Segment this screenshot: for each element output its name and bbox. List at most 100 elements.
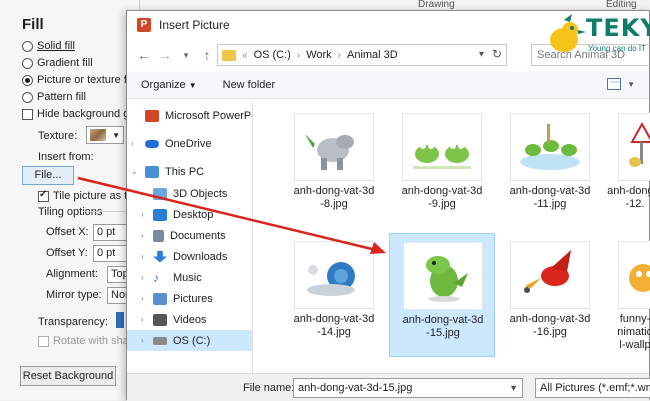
expand-chevron-icon[interactable]: › <box>141 252 144 261</box>
organize-button[interactable]: Organize ▼ <box>141 79 197 91</box>
divider <box>82 211 130 212</box>
dialog-title: Insert Picture <box>159 18 230 32</box>
expand-chevron-icon[interactable]: › <box>141 315 144 324</box>
logo-tagline: Young can do IT <box>588 44 646 53</box>
expand-chevron-icon[interactable]: › <box>141 210 144 219</box>
breadcrumb-item[interactable]: Animal 3D <box>347 49 398 61</box>
chevron-down-icon[interactable]: ▼ <box>509 379 518 397</box>
radio-selected-icon[interactable] <box>22 74 33 86</box>
green-dragon-icon <box>403 242 483 310</box>
file-tile[interactable]: funny-nimatio l-wallp <box>605 233 650 357</box>
back-arrow-icon[interactable]: ← <box>135 45 153 65</box>
file-tile[interactable]: anh-dong-v-12. <box>605 105 650 229</box>
nav-item-3d-objects[interactable]: › 3D Objects <box>127 183 252 204</box>
ribbon-group-drawing: Drawing <box>418 0 455 10</box>
file-name: anh-dong-vat-3d -15.jpg <box>402 314 484 339</box>
chevron-down-icon[interactable]: ▾ <box>479 49 484 60</box>
radio-icon[interactable] <box>22 57 33 69</box>
nav-item-documents[interactable]: › Documents <box>127 225 252 246</box>
organize-label: Organize <box>141 78 186 91</box>
expand-chevron-icon[interactable]: › <box>141 294 144 303</box>
breadcrumb-separator-icon: › <box>296 49 301 61</box>
chevron-down-icon[interactable]: ▼ <box>627 80 635 89</box>
reset-background-button[interactable]: Reset Background <box>20 366 116 386</box>
file-name: anh-dong-vat-3d -16.jpg <box>509 313 591 338</box>
recent-locations-chevron-icon[interactable]: ▾ <box>177 45 195 65</box>
expand-chevron-icon[interactable]: › <box>141 231 144 240</box>
file-list: anh-dong-vat-3d -8.jpg anh-dong-vat-3d -9.… <box>255 101 650 373</box>
radio-icon[interactable] <box>22 91 33 103</box>
frogs-icon <box>402 113 482 181</box>
file-name: funny-nimatio l-wallp <box>617 313 650 351</box>
nav-item-music[interactable]: › ♪ Music <box>127 267 252 288</box>
checkbox-icon[interactable] <box>22 108 33 120</box>
file-tile[interactable]: anh-dong-vat-3d -11.jpg <box>497 105 603 229</box>
cloud-icon <box>145 139 159 148</box>
file-tile[interactable]: anh-dong-vat-3d -8.jpg <box>281 105 387 229</box>
file-tile[interactable]: anh-dong-vat-3d -9.jpg <box>389 105 495 229</box>
forward-arrow-icon[interactable]: → <box>156 45 174 65</box>
nav-item-videos[interactable]: › Videos <box>127 309 252 330</box>
up-arrow-icon[interactable]: ↑ <box>198 45 216 65</box>
bird-logo-icon <box>550 14 586 52</box>
checkbox-icon[interactable] <box>38 335 49 347</box>
nav-item-downloads[interactable]: › Downloads <box>127 246 252 267</box>
collapse-chevron-icon[interactable]: ⌄ <box>131 167 138 176</box>
nav-item-label: 3D Objects <box>173 187 228 200</box>
nav-item-onedrive[interactable]: › OneDrive <box>127 133 252 154</box>
mirror-type-label: Mirror type: <box>46 289 102 301</box>
file-name: anh-dong-vat-3d -8.jpg <box>293 185 375 210</box>
checkbox-checked-icon[interactable] <box>38 189 49 202</box>
nav-item-powerpoint[interactable]: Microsoft PowerPoint <box>127 105 252 126</box>
fill-heading: Fill <box>22 16 44 33</box>
nav-item-os-c[interactable]: › OS (C:) <box>127 330 252 351</box>
address-bar[interactable]: « OS (C:) › Work › Animal 3D ▾ ↻ <box>217 44 507 66</box>
texture-picker[interactable]: ▼ <box>86 126 124 144</box>
bird-icon <box>618 113 650 181</box>
expand-chevron-icon[interactable]: › <box>141 189 144 198</box>
option-picture-fill[interactable]: Picture or texture fill <box>22 74 134 86</box>
logo-wordmark: TEKY <box>586 14 650 42</box>
breadcrumb-separator-icon: › <box>337 49 341 61</box>
nav-item-label: This PC <box>165 165 205 178</box>
nav-item-desktop[interactable]: › Desktop <box>127 204 252 225</box>
file-tile[interactable]: anh-dong-vat-3d -16.jpg <box>497 233 603 357</box>
breadcrumb-item[interactable]: OS (C:) <box>254 49 291 61</box>
nav-item-label: OS (C:) <box>173 334 211 347</box>
drive-icon <box>153 336 167 345</box>
breadcrumb-item[interactable]: Work <box>306 49 331 61</box>
teky-logo: TEKY Young can do IT <box>542 12 650 60</box>
option-label: Solid fill <box>37 40 75 52</box>
breadcrumb-overflow[interactable]: « <box>242 50 248 61</box>
cartoon-icon <box>618 241 650 309</box>
expand-chevron-icon[interactable]: › <box>141 273 144 282</box>
file-type-dropdown[interactable]: All Pictures (*.emf;*.wmf;*.jpg <box>535 378 650 398</box>
chevron-down-icon: ▼ <box>188 80 197 90</box>
file-button[interactable]: File... <box>22 166 74 185</box>
offset-x-label: Offset X: <box>46 226 89 238</box>
option-solid-fill[interactable]: Solid fill <box>22 40 75 52</box>
nav-item-this-pc[interactable]: ⌄ This PC <box>127 161 252 182</box>
nav-item-pictures[interactable]: › Pictures <box>127 288 252 309</box>
offset-y-label: Offset Y: <box>46 247 88 259</box>
radio-icon[interactable] <box>22 40 33 52</box>
option-gradient-fill[interactable]: Gradient fill <box>22 57 93 69</box>
option-pattern-fill[interactable]: Pattern fill <box>22 91 86 103</box>
file-tile-selected[interactable]: anh-dong-vat-3d -15.jpg <box>389 233 495 357</box>
red-dragon-icon <box>510 241 590 309</box>
transparency-slider[interactable] <box>116 312 124 328</box>
file-tile[interactable]: anh-dong-vat-3d -14.jpg <box>281 233 387 357</box>
download-icon <box>153 250 167 263</box>
expand-chevron-icon[interactable]: › <box>141 336 144 345</box>
new-folder-button[interactable]: New folder <box>223 79 276 91</box>
alignment-label: Alignment: <box>46 268 98 280</box>
transparency-label: Transparency: <box>38 316 108 328</box>
file-name-input[interactable]: anh-dong-vat-3d-15.jpg ▼ <box>293 378 523 398</box>
pictures-icon <box>153 292 167 305</box>
view-options-icon[interactable] <box>607 78 622 90</box>
cube-icon <box>153 187 167 200</box>
dialog-footer: File name: anh-dong-vat-3d-15.jpg ▼ All … <box>127 373 650 401</box>
expand-chevron-icon[interactable]: › <box>131 139 134 148</box>
music-icon: ♪ <box>153 270 159 285</box>
refresh-icon[interactable]: ↻ <box>492 47 502 61</box>
